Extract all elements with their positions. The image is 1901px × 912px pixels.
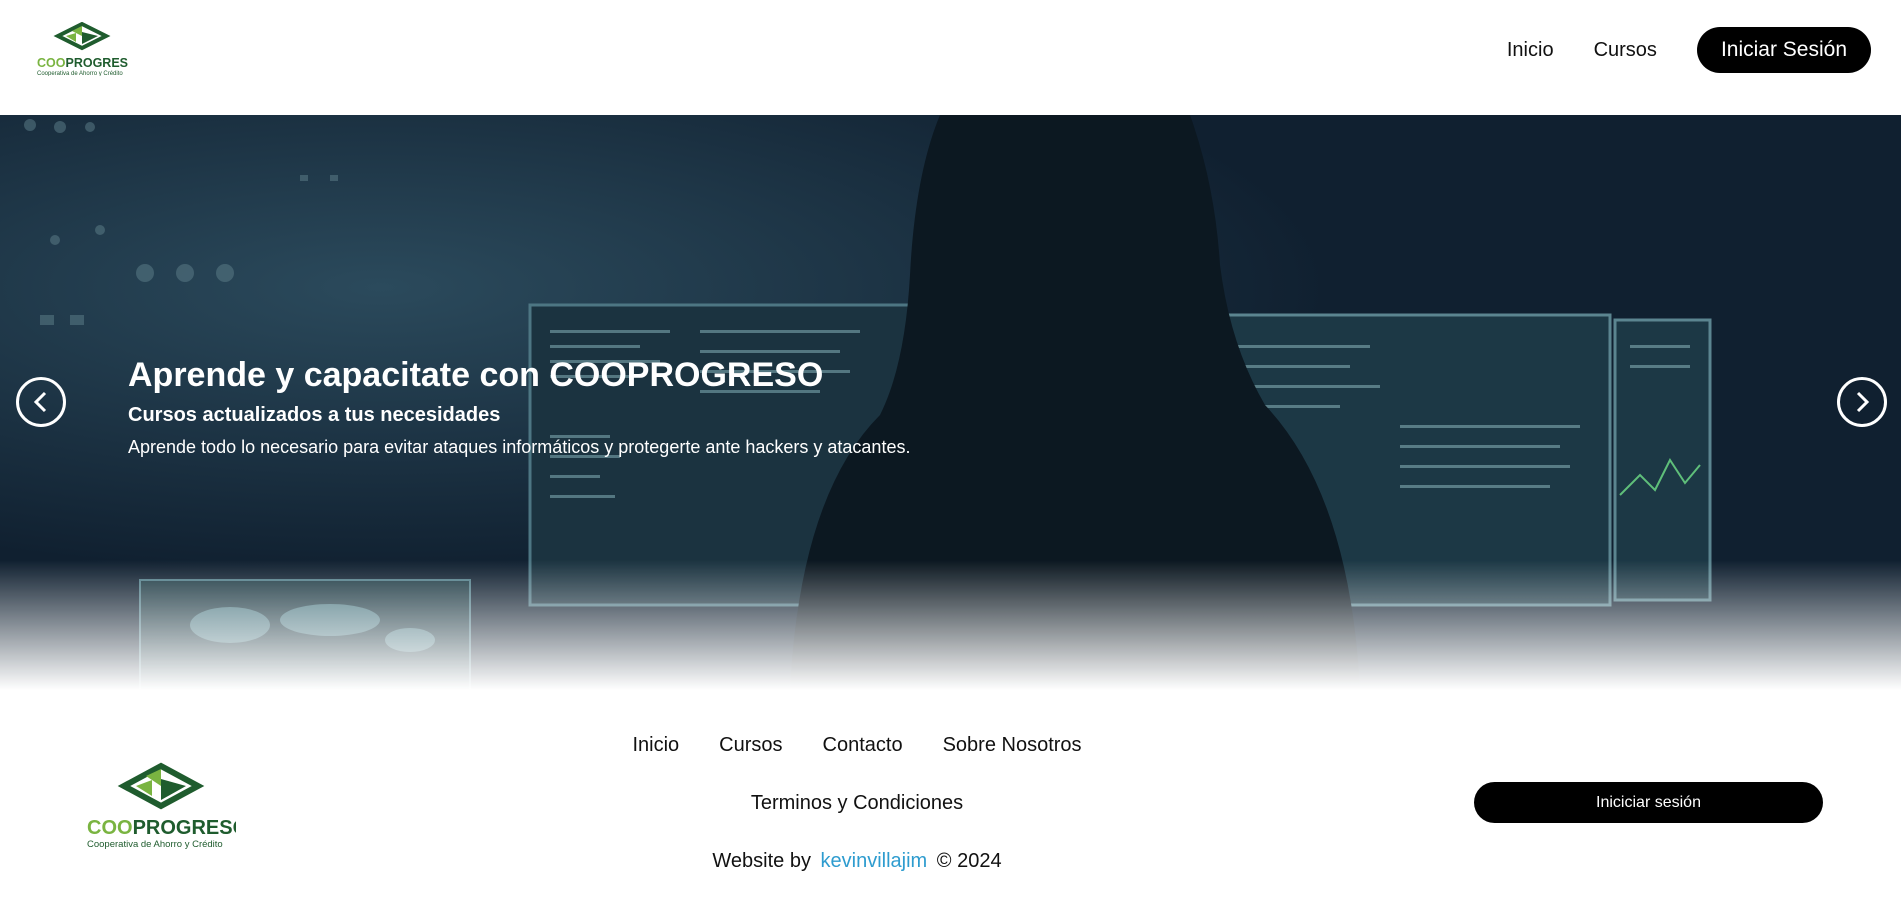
nav-link-cursos[interactable]: Cursos <box>1594 39 1657 62</box>
hero-subtitle: Cursos actualizados a tus necesidades <box>128 403 501 426</box>
carousel-prev-button[interactable] <box>16 377 66 427</box>
svg-text:COOPROGRESO: COOPROGRESO <box>37 56 128 70</box>
svg-text:Cooperativa de Ahorro y Crédit: Cooperativa de Ahorro y Crédito <box>37 71 123 76</box>
credit-author-link[interactable]: kevinvillajim <box>821 850 928 872</box>
carousel-next-button[interactable] <box>1837 377 1887 427</box>
brand-logo[interactable]: COOPROGRESO Cooperativa de Ahorro y Créd… <box>36 22 128 76</box>
footer-link-cursos[interactable]: Cursos <box>719 734 782 757</box>
footer-nav: Inicio Cursos Contacto Sobre Nosotros <box>0 734 1714 757</box>
footer-terms-link[interactable]: Terminos y Condiciones <box>0 792 1714 815</box>
header-nav: Inicio Cursos Iniciar Sesión <box>1507 0 1901 100</box>
hero-description: Aprende todo lo necesario para evitar at… <box>128 436 911 457</box>
footer-login-button[interactable]: Iniciciar sesión <box>1474 782 1823 823</box>
site-header: COOPROGRESO Cooperativa de Ahorro y Créd… <box>0 0 1901 115</box>
footer-link-sobre-nosotros[interactable]: Sobre Nosotros <box>943 734 1082 757</box>
footer-link-inicio[interactable]: Inicio <box>632 734 679 757</box>
chevron-left-icon <box>33 391 47 413</box>
hero-caption: Aprende y capacitate con COOPROGRESO Cur… <box>128 355 910 458</box>
logo-mark-icon: COOPROGRESO Cooperativa de Ahorro y Créd… <box>37 22 128 76</box>
hero-carousel: Aprende y capacitate con COOPROGRESO Cur… <box>0 115 1901 690</box>
credit-copyright: © 2024 <box>936 850 1002 872</box>
svg-text:Cooperativa de Ahorro y Crédit: Cooperativa de Ahorro y Crédito <box>87 839 223 850</box>
footer-credit: Website by kevinvillajim © 2024 <box>0 850 1714 873</box>
svg-text:COOPROGRESO: COOPROGRESO <box>87 817 236 839</box>
credit-prefix: Website by <box>712 850 811 872</box>
footer-link-contacto[interactable]: Contacto <box>823 734 903 757</box>
site-footer: COOPROGRESO Cooperativa de Ahorro y Créd… <box>0 690 1901 912</box>
chevron-right-icon <box>1856 391 1870 413</box>
nav-link-inicio[interactable]: Inicio <box>1507 39 1554 62</box>
hero-fade-overlay <box>0 560 1901 690</box>
hero-title: Aprende y capacitate con COOPROGRESO <box>128 356 824 394</box>
login-button[interactable]: Iniciar Sesión <box>1696 27 1871 73</box>
